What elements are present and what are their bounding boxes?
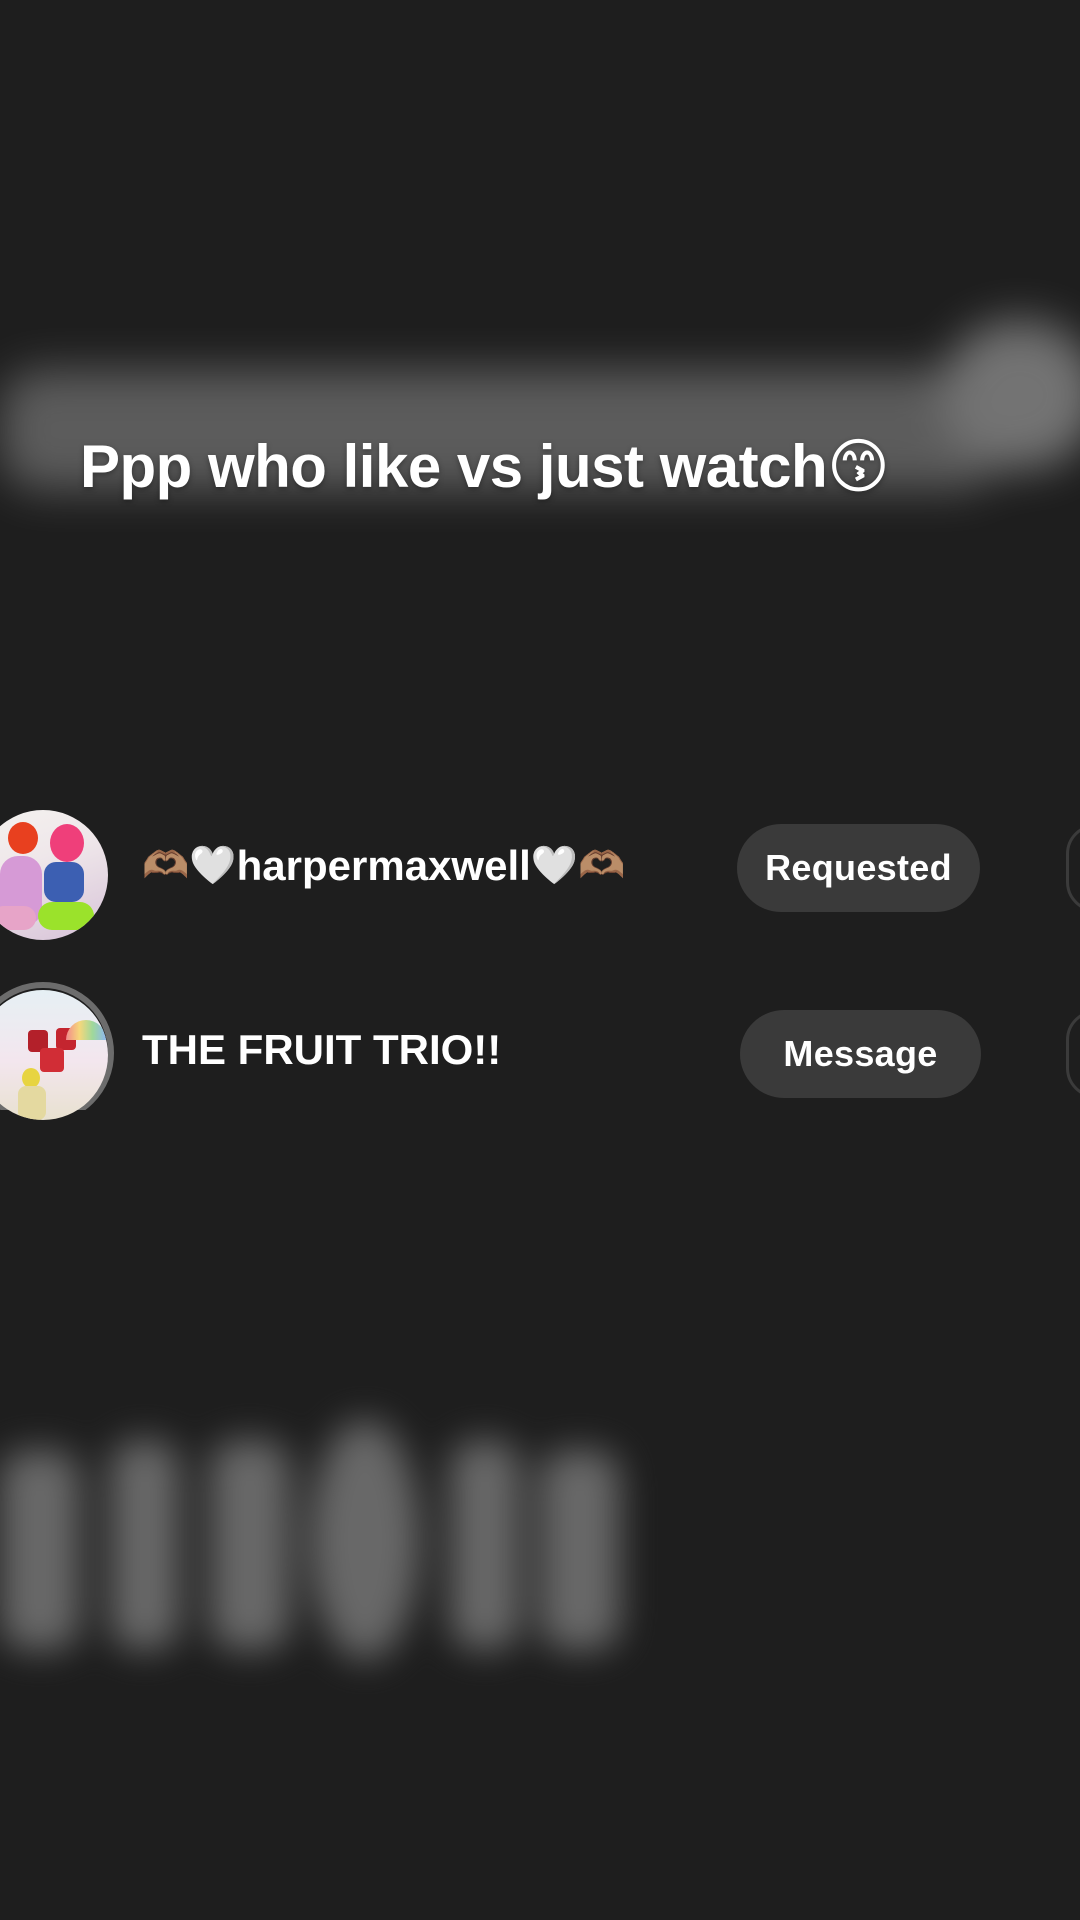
more-button-edge[interactable] [1066,1010,1080,1098]
account-row-fruit-trio[interactable]: THE FRUIT TRIO!! Message [0,982,1080,1130]
account-username[interactable]: 🫶🏽🤍harpermaxwell🤍🫶🏽 [142,842,625,890]
blurred-background-text [0,300,1080,560]
requested-button[interactable]: Requested [737,824,980,912]
avatar[interactable] [0,810,108,940]
white-heart-emoji: 🤍🫶🏽 [530,845,626,887]
message-button[interactable]: Message [740,1010,981,1098]
more-button-edge[interactable] [1066,824,1080,912]
caption-emoji: 😙 [827,433,890,500]
video-caption: Ppp who like vs just watch😙 [80,432,980,502]
account-row-harpermaxwell[interactable]: 🫶🏽🤍harpermaxwell🤍🫶🏽 Requested [0,810,1080,950]
video-frame: Ppp who like vs just watch😙 🫶🏽🤍harpermax… [0,0,1080,1920]
account-username-text: harpermaxwell [236,842,531,889]
blurred-background-text [0,1400,700,1700]
caption-text: Ppp who like vs just watch [80,433,828,500]
account-username[interactable]: THE FRUIT TRIO!! [142,1026,501,1074]
hands-heart-emoji: 🫶🏽🤍 [142,845,237,887]
